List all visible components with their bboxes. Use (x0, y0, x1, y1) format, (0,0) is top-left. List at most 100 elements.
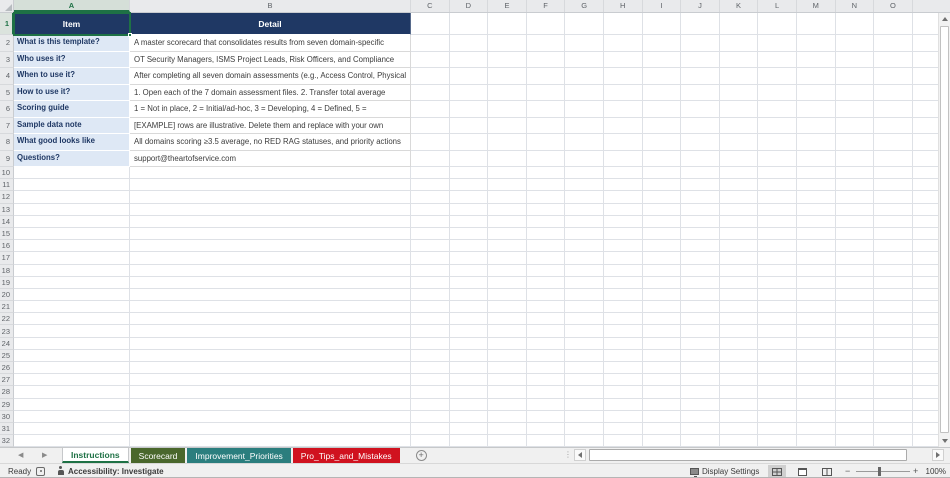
cell-L22[interactable] (758, 313, 797, 325)
column-header-J[interactable]: J (681, 0, 720, 12)
cell-A10[interactable] (14, 167, 130, 179)
cell-J12[interactable] (681, 191, 720, 203)
cell-C14[interactable] (411, 216, 450, 228)
cell-F3[interactable] (527, 52, 566, 69)
cell-C32[interactable] (411, 435, 450, 447)
cell-I19[interactable] (643, 277, 682, 289)
cell-partial-9[interactable] (913, 151, 938, 168)
cell-G1[interactable] (565, 13, 604, 35)
cell-O31[interactable] (874, 423, 913, 435)
row-header-27[interactable]: 27 (0, 374, 14, 386)
cell-C31[interactable] (411, 423, 450, 435)
cell-N6[interactable] (836, 101, 875, 118)
row-header-30[interactable]: 30 (0, 411, 14, 423)
cell-partial-2[interactable] (913, 35, 938, 52)
macro-record-icon[interactable] (36, 467, 45, 476)
cell-F22[interactable] (527, 313, 566, 325)
cell-N28[interactable] (836, 386, 875, 398)
cell-partial-25[interactable] (913, 350, 938, 362)
column-header-H[interactable]: H (604, 0, 643, 12)
cell-J30[interactable] (681, 411, 720, 423)
cell-B3[interactable]: OT Security Managers, ISMS Project Leads… (130, 52, 411, 69)
cell-J22[interactable] (681, 313, 720, 325)
cell-I12[interactable] (643, 191, 682, 203)
cell-C8[interactable] (411, 134, 450, 151)
column-header-D[interactable]: D (450, 0, 489, 12)
cell-J14[interactable] (681, 216, 720, 228)
cell-F18[interactable] (527, 265, 566, 277)
cell-E25[interactable] (488, 350, 527, 362)
accessibility-status-label[interactable]: Accessibility: Investigate (68, 464, 164, 478)
cell-A29[interactable] (14, 399, 130, 411)
cell-E14[interactable] (488, 216, 527, 228)
cell-M10[interactable] (797, 167, 836, 179)
cell-K13[interactable] (720, 204, 759, 216)
cell-L7[interactable] (758, 118, 797, 135)
cell-partial-28[interactable] (913, 386, 938, 398)
cell-N25[interactable] (836, 350, 875, 362)
cell-G20[interactable] (565, 289, 604, 301)
zoom-out-button[interactable]: − (845, 464, 850, 478)
cell-K31[interactable] (720, 423, 759, 435)
cell-B20[interactable] (130, 289, 411, 301)
cell-E16[interactable] (488, 240, 527, 252)
cell-L8[interactable] (758, 134, 797, 151)
cell-partial-14[interactable] (913, 216, 938, 228)
cell-A23[interactable] (14, 325, 130, 337)
cell-I27[interactable] (643, 374, 682, 386)
cell-A15[interactable] (14, 228, 130, 240)
cell-O23[interactable] (874, 325, 913, 337)
cell-G11[interactable] (565, 179, 604, 191)
cell-B22[interactable] (130, 313, 411, 325)
row-header-7[interactable]: 7 (0, 118, 14, 135)
cell-E20[interactable] (488, 289, 527, 301)
cell-L23[interactable] (758, 325, 797, 337)
cell-N16[interactable] (836, 240, 875, 252)
cell-M28[interactable] (797, 386, 836, 398)
cell-F16[interactable] (527, 240, 566, 252)
cell-N30[interactable] (836, 411, 875, 423)
cell-L15[interactable] (758, 228, 797, 240)
cell-I2[interactable] (643, 35, 682, 52)
cell-H26[interactable] (604, 362, 643, 374)
cell-D5[interactable] (450, 85, 489, 102)
cell-H7[interactable] (604, 118, 643, 135)
cell-E22[interactable] (488, 313, 527, 325)
cell-F30[interactable] (527, 411, 566, 423)
cell-J20[interactable] (681, 289, 720, 301)
cell-N23[interactable] (836, 325, 875, 337)
cell-H10[interactable] (604, 167, 643, 179)
cell-L29[interactable] (758, 399, 797, 411)
cell-G5[interactable] (565, 85, 604, 102)
cell-N4[interactable] (836, 68, 875, 85)
cell-H11[interactable] (604, 179, 643, 191)
cell-K19[interactable] (720, 277, 759, 289)
cell-E9[interactable] (488, 151, 527, 168)
cell-E5[interactable] (488, 85, 527, 102)
cell-F10[interactable] (527, 167, 566, 179)
cell-N12[interactable] (836, 191, 875, 203)
cell-D28[interactable] (450, 386, 489, 398)
cell-F6[interactable] (527, 101, 566, 118)
cell-C13[interactable] (411, 204, 450, 216)
cell-G17[interactable] (565, 252, 604, 264)
cell-B21[interactable] (130, 301, 411, 313)
cell-M25[interactable] (797, 350, 836, 362)
cell-C2[interactable] (411, 35, 450, 52)
cell-M9[interactable] (797, 151, 836, 168)
cell-L31[interactable] (758, 423, 797, 435)
cell-G18[interactable] (565, 265, 604, 277)
cell-M23[interactable] (797, 325, 836, 337)
cell-M30[interactable] (797, 411, 836, 423)
cell-H6[interactable] (604, 101, 643, 118)
cell-C26[interactable] (411, 362, 450, 374)
cell-H14[interactable] (604, 216, 643, 228)
cell-C24[interactable] (411, 338, 450, 350)
cell-D2[interactable] (450, 35, 489, 52)
cell-C15[interactable] (411, 228, 450, 240)
cell-partial-6[interactable] (913, 101, 938, 118)
cell-D11[interactable] (450, 179, 489, 191)
cell-N26[interactable] (836, 362, 875, 374)
cell-C4[interactable] (411, 68, 450, 85)
cell-M29[interactable] (797, 399, 836, 411)
